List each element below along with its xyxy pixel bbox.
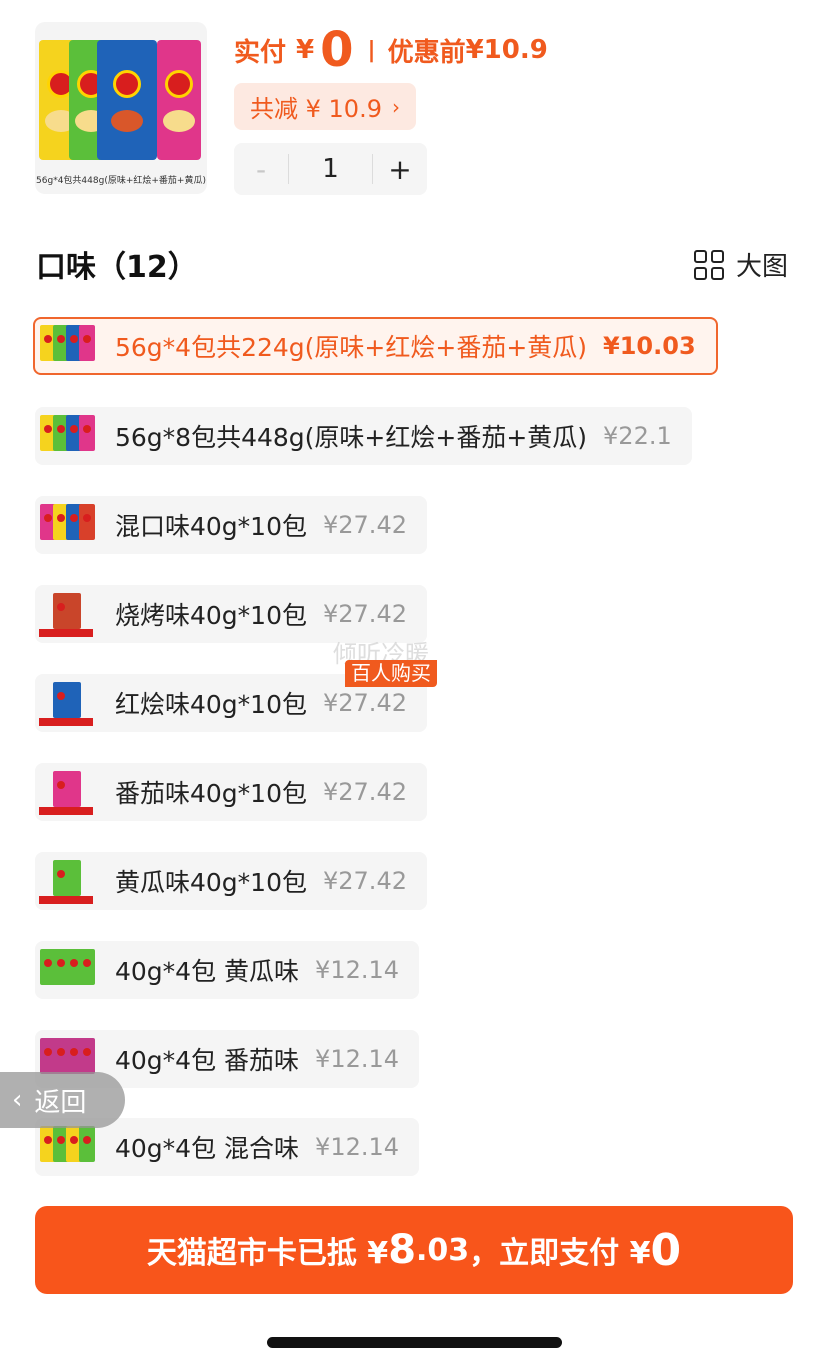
sku-option[interactable]: 56g*4包共224g(原味+红烩+番茄+黄瓜) ¥10.03	[33, 317, 718, 375]
product-image	[39, 40, 203, 178]
sku-price: ¥27.42	[323, 689, 407, 717]
sku-price: ¥27.42	[323, 778, 407, 806]
sku-label: 40g*4包 番茄味	[115, 1046, 300, 1075]
original-price: ¥10.9	[465, 35, 548, 65]
product-thumbnail[interactable]: 56g*4包共448g(原味+红烩+番茄+黄瓜)	[35, 22, 207, 194]
price-divider: |	[367, 37, 376, 63]
sku-option[interactable]: 40g*4包 黄瓜味 ¥12.14	[35, 941, 420, 999]
home-indicator	[267, 1337, 562, 1348]
sku-price: ¥12.14	[315, 1045, 400, 1073]
sku-price: ¥22.1	[603, 422, 672, 450]
pay-amount: 0	[650, 1224, 682, 1276]
paid-label: 实付	[234, 37, 287, 68]
thumbnail-caption: 56g*4包共448g(原味+红烩+番茄+黄瓜)	[36, 176, 206, 186]
sku-label: 烧烤味40g*10包	[115, 601, 307, 630]
card-deduction-label: 天猫超市卡已抵 ¥	[146, 1236, 389, 1271]
sku-label: 混口味40g*10包	[115, 512, 307, 541]
sku-thumbnail	[37, 941, 95, 999]
back-label: 返回	[34, 1087, 87, 1118]
original-price-label: 优惠前	[387, 37, 466, 68]
sku-option[interactable]: 黄瓜味40g*10包 ¥27.42	[35, 852, 427, 910]
discount-text: 共减 ¥ 10.9	[250, 95, 382, 123]
quantity-stepper: - 1 +	[234, 143, 427, 195]
sku-label: 40g*4包 混合味	[115, 1134, 300, 1163]
paid-currency: ¥	[296, 35, 315, 65]
quantity-value[interactable]: 1	[288, 154, 373, 184]
sku-price: ¥27.42	[323, 600, 407, 628]
sku-thumbnail	[37, 585, 95, 643]
sku-option[interactable]: 56g*8包共448g(原味+红烩+番茄+黄瓜) ¥22.1	[35, 407, 692, 465]
sku-label: 红烩味40g*10包	[115, 690, 307, 719]
large-view-label: 大图	[735, 252, 788, 282]
sku-option[interactable]: 番茄味40g*10包 ¥27.42	[35, 763, 427, 821]
deduction-amount-dec: .03	[416, 1232, 470, 1268]
price-summary: 实付 ¥ 0 | 优惠前 ¥10.9	[234, 22, 548, 78]
sku-price: ¥27.42	[323, 867, 407, 895]
sku-thumbnail	[37, 496, 95, 554]
sku-price: ¥12.14	[315, 1133, 400, 1161]
sku-label: 黄瓜味40g*10包	[115, 868, 307, 897]
increase-button[interactable]: +	[373, 143, 427, 195]
pay-now-label: ，立即支付 ¥	[469, 1236, 651, 1271]
sku-label: 40g*4包 黄瓜味	[115, 957, 300, 986]
discount-badge[interactable]: 共减 ¥ 10.9 ›	[234, 83, 416, 130]
decrease-button[interactable]: -	[234, 143, 288, 195]
sku-price: ¥12.14	[315, 956, 400, 984]
sku-thumbnail	[37, 317, 95, 375]
pay-button[interactable]: 天猫超市卡已抵 ¥ 8 .03 ，立即支付 ¥ 0	[35, 1206, 793, 1294]
chevron-right-icon: ›	[391, 94, 400, 119]
back-button[interactable]: ‹ 返回	[0, 1072, 125, 1128]
sku-option[interactable]: 混口味40g*10包 ¥27.42	[35, 496, 427, 554]
grid-icon	[693, 249, 724, 280]
large-view-toggle[interactable]: 大图	[693, 246, 788, 283]
flavor-section-title: 口味（12）	[36, 250, 198, 285]
sku-label: 56g*8包共448g(原味+红烩+番茄+黄瓜)	[115, 423, 588, 452]
sku-label: 番茄味40g*10包	[115, 779, 307, 808]
sku-thumbnail	[37, 407, 95, 465]
sku-price: ¥27.42	[323, 511, 407, 539]
sku-thumbnail	[37, 852, 95, 910]
sku-price: ¥10.03	[603, 332, 696, 360]
chevron-left-icon: ‹	[12, 1085, 23, 1115]
popular-badge: 百人购买	[345, 660, 437, 687]
deduction-amount-int: 8	[388, 1227, 417, 1273]
sku-thumbnail	[37, 674, 95, 732]
sku-label: 56g*4包共224g(原味+红烩+番茄+黄瓜)	[115, 333, 588, 362]
paid-amount: 0	[320, 22, 354, 78]
sku-thumbnail	[37, 763, 95, 821]
